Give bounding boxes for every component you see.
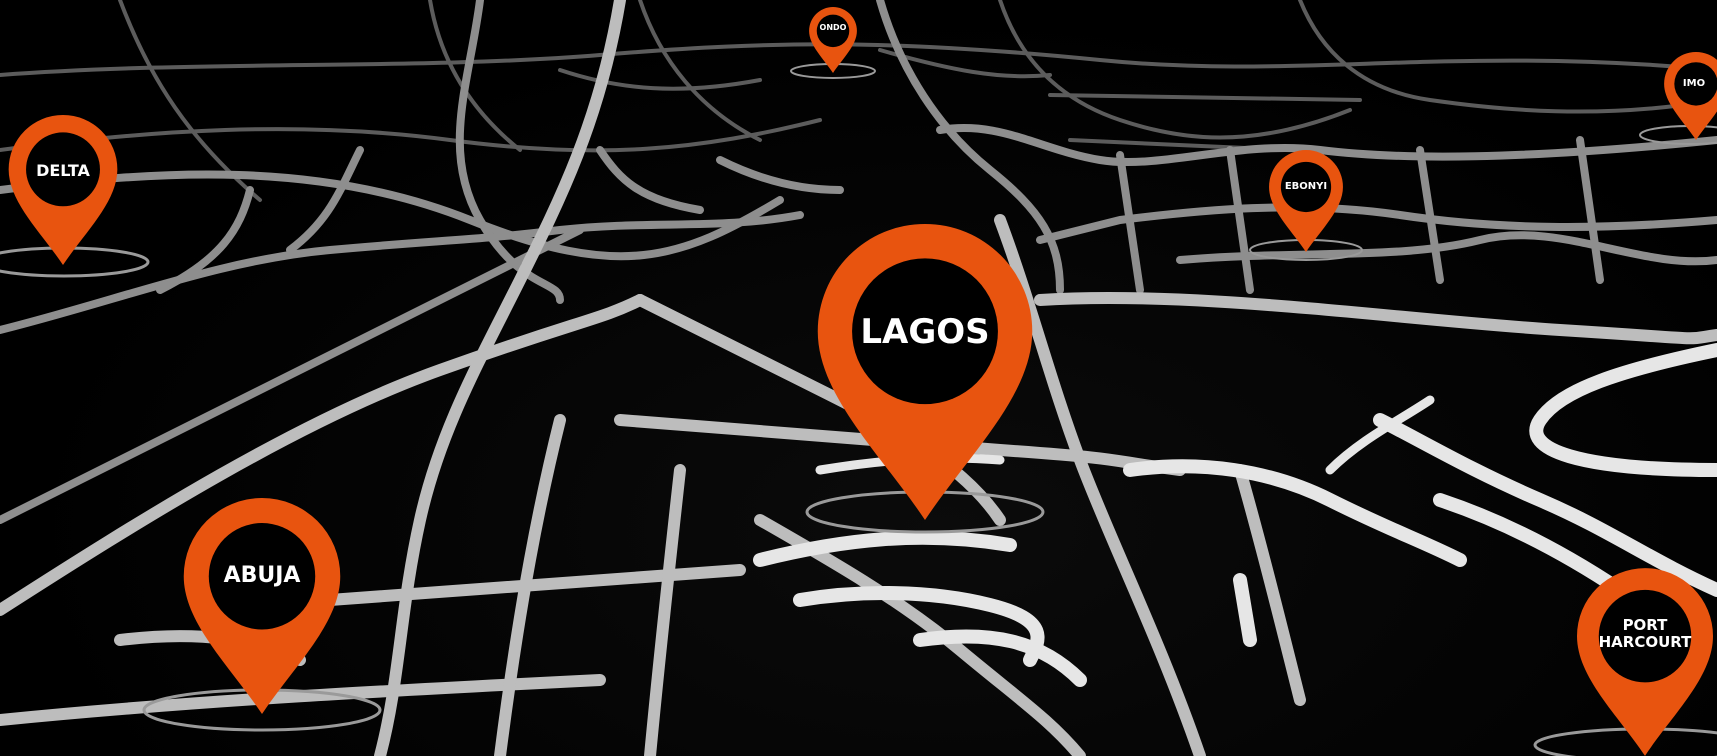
map-marker-imo[interactable]: IMO [1664, 52, 1717, 140]
location-pin-icon [183, 498, 341, 714]
location-pin-icon [8, 115, 118, 265]
location-pin-icon [809, 7, 857, 73]
map-marker-ondo[interactable]: ONDO [809, 7, 857, 73]
location-pin-icon [1664, 52, 1717, 140]
map-marker-label-lagos: LAGOS [860, 312, 990, 352]
map-marker-label-imo: IMO [1682, 78, 1706, 89]
map-marker-lagos[interactable]: LAGOS [815, 224, 1035, 520]
map-marker-ebonyi[interactable]: EBONYI [1269, 150, 1343, 252]
city-map[interactable]: ONDO DELTA IMO EBONYI LAGOS ABUJA PORT H… [0, 0, 1717, 756]
map-marker-label-ondo: ONDO [819, 23, 847, 32]
location-pin-icon [1269, 150, 1343, 252]
map-marker-label-delta: DELTA [36, 161, 90, 180]
map-marker-label-port-harcourt: PORT HARCOURT [1598, 616, 1692, 651]
map-marker-label-ebonyi: EBONYI [1284, 181, 1328, 192]
location-pin-icon [817, 224, 1033, 520]
map-marker-port-harcourt[interactable]: PORT HARCOURT [1577, 568, 1713, 756]
map-marker-abuja[interactable]: ABUJA [182, 498, 342, 714]
map-marker-delta[interactable]: DELTA [8, 115, 118, 265]
map-marker-label-abuja: ABUJA [223, 563, 301, 588]
location-pin-icon [1577, 568, 1713, 756]
